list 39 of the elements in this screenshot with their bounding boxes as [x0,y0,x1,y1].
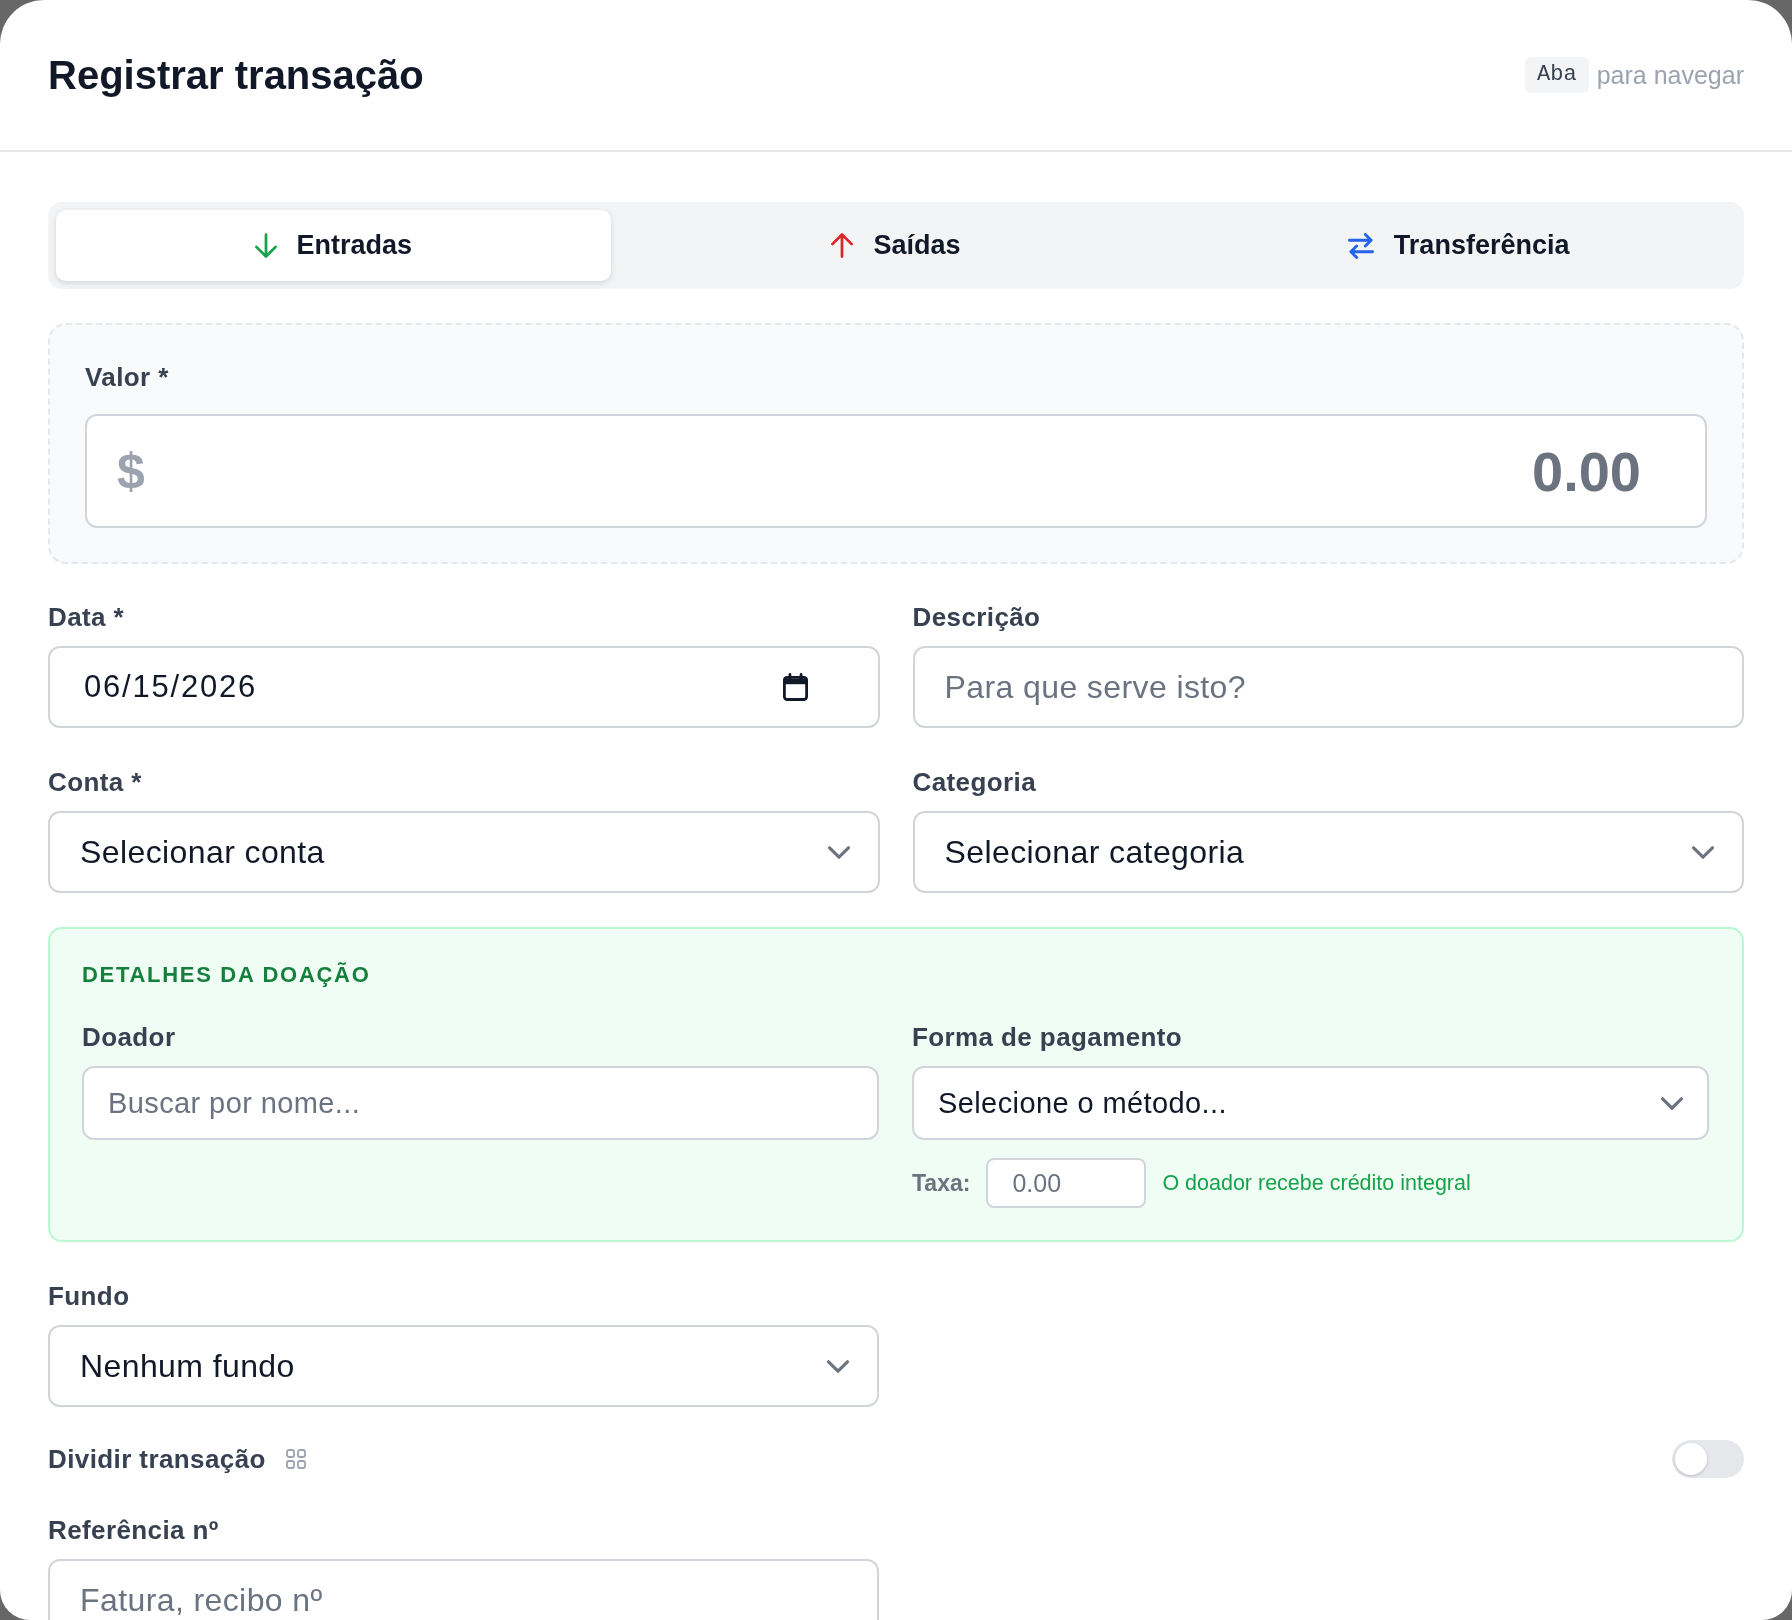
field-label: Categoria [912,767,1037,797]
donor-search-field[interactable]: Buscar por nome... [82,1066,879,1140]
dialog-title: Registrar transação [48,52,424,99]
calendar-icon [782,673,808,701]
swap-arrows-icon [1347,232,1374,259]
chevron-down-icon [827,1359,849,1373]
chevron-down-icon [827,845,850,859]
date-field[interactable]: 06/15/2026 [48,646,880,728]
split-label: Dividir transação [48,1444,266,1474]
account-select[interactable]: Selecionar conta [48,811,880,893]
arrow-down-icon [254,233,277,258]
tab[interactable]: Entradas [56,210,611,281]
keyboard-key: Aba [1525,57,1589,93]
field-label: Valor * [85,362,169,392]
chevron-down-icon [1692,845,1714,859]
arrow-up-icon [831,233,854,258]
payment-method-select[interactable]: Selecione o método... [912,1066,1709,1140]
fee-field[interactable]: 0.00 [986,1158,1147,1208]
field-label: Descrição [912,602,1041,632]
category-select[interactable]: Selecionar categoria [912,811,1744,893]
fund-select[interactable]: Nenhum fundo [48,1325,879,1407]
field-label: Referência nº [48,1515,219,1545]
field-label: Conta * [48,767,142,797]
tab[interactable]: Saídas [618,210,1174,281]
field-label: Fundo [48,1281,130,1311]
navigation-hint: para navegar [1596,60,1744,90]
grid-icon [285,1449,306,1469]
description-field[interactable]: Para que serve isto? [912,646,1744,728]
fee-label: Taxa: [912,1169,971,1197]
currency-symbol: $ [117,442,145,500]
chevron-down-icon [1661,1096,1683,1110]
field-label: Doador [82,1022,176,1052]
reference-field[interactable]: Fatura, recibo nº [48,1559,879,1620]
fee-note: O doador recebe crédito integral [1162,1170,1471,1196]
field-label: Forma de pagamento [912,1022,1183,1052]
tab[interactable]: Transferência [1181,210,1736,281]
field-label: Data * [48,602,125,632]
split-toggle[interactable] [1672,1440,1744,1478]
section-title: DETALHES DA DOAÇÃO [82,962,371,988]
